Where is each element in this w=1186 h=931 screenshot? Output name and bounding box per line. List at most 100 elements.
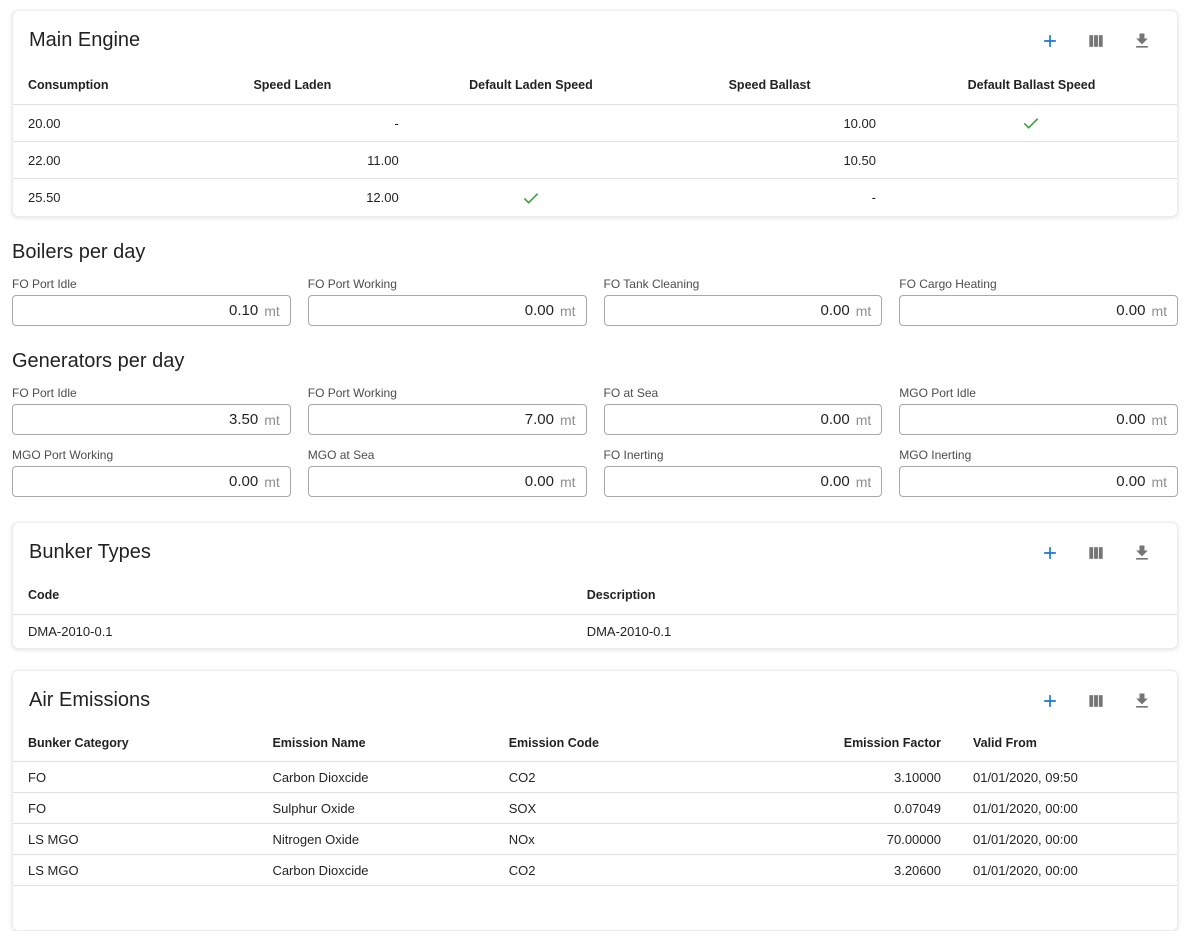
- gen-fo-inerting-input-box: mt: [604, 466, 883, 497]
- column-header-description[interactable]: Description: [572, 588, 1177, 602]
- unit-label: mt: [560, 303, 576, 319]
- column-header-speed-laden[interactable]: Speed Laden: [176, 78, 409, 92]
- plus-icon: [1040, 691, 1060, 711]
- download-icon: [1132, 31, 1152, 51]
- fo-tank-cleaning-input[interactable]: [615, 302, 850, 319]
- field-fo-port-working: FO Port Working mt: [308, 386, 587, 435]
- main-engine-header-row: Consumption Speed Laden Default Laden Sp…: [13, 62, 1177, 105]
- spacer: [12, 497, 1178, 522]
- unit-label: mt: [264, 412, 280, 428]
- field-label: FO at Sea: [604, 386, 883, 400]
- gen-fo-inerting-input[interactable]: [615, 473, 850, 490]
- column-header-emission-code[interactable]: Emission Code: [494, 736, 736, 750]
- cell-default-ballast-speed: [886, 113, 1177, 133]
- field-label: MGO Port Working: [12, 448, 291, 462]
- check-icon: [1021, 113, 1041, 133]
- main-engine-card-header: Main Engine: [13, 11, 1177, 62]
- field-label: MGO Port Idle: [899, 386, 1178, 400]
- cell-valid-from: 01/01/2020, 00:00: [957, 863, 1177, 878]
- gen-mgo-port-idle-input-box: mt: [899, 404, 1178, 435]
- check-icon: [521, 188, 541, 208]
- field-label: MGO at Sea: [308, 448, 587, 462]
- field-label: FO Inerting: [604, 448, 883, 462]
- manage-columns-button[interactable]: [1085, 690, 1107, 712]
- generators-section-title: Generators per day: [12, 350, 1178, 373]
- gen-fo-port-working-input[interactable]: [319, 411, 554, 428]
- cell-valid-from: 01/01/2020, 00:00: [957, 832, 1177, 847]
- column-header-default-laden-speed[interactable]: Default Laden Speed: [409, 78, 653, 92]
- manage-columns-button[interactable]: [1085, 542, 1107, 564]
- unit-label: mt: [856, 474, 872, 490]
- field-mgo-at-sea: MGO at Sea mt: [308, 448, 587, 497]
- column-header-valid-from[interactable]: Valid From: [957, 736, 1177, 750]
- export-button[interactable]: [1131, 30, 1153, 52]
- unit-label: mt: [560, 474, 576, 490]
- table-row[interactable]: LS MGO Nitrogen Oxide NOx 70.00000 01/01…: [13, 824, 1177, 855]
- gen-mgo-port-working-input-box: mt: [12, 466, 291, 497]
- table-row[interactable]: LS MGO Carbon Dioxcide CO2 3.20600 01/01…: [13, 855, 1177, 886]
- gen-mgo-at-sea-input[interactable]: [319, 473, 554, 490]
- gen-mgo-port-working-input[interactable]: [23, 473, 258, 490]
- columns-icon: [1086, 691, 1106, 711]
- column-header-default-ballast-speed[interactable]: Default Ballast Speed: [886, 78, 1177, 92]
- fo-tank-cleaning-input-box: mt: [604, 295, 883, 326]
- main-engine-title: Main Engine: [29, 29, 140, 52]
- export-button[interactable]: [1131, 542, 1153, 564]
- table-row[interactable]: DMA-2010-0.1 DMA-2010-0.1: [13, 615, 1177, 648]
- download-icon: [1132, 691, 1152, 711]
- fo-cargo-heating-input[interactable]: [910, 302, 1145, 319]
- gen-mgo-port-idle-input[interactable]: [910, 411, 1145, 428]
- cell-bunker-category: LS MGO: [13, 863, 257, 878]
- export-button[interactable]: [1131, 690, 1153, 712]
- unit-label: mt: [264, 474, 280, 490]
- add-row-button[interactable]: [1039, 690, 1061, 712]
- unit-label: mt: [1151, 303, 1167, 319]
- air-emissions-header-row: Bunker Category Emission Name Emission C…: [13, 722, 1177, 762]
- generators-field-grid: FO Port Idle mt FO Port Working mt FO at…: [12, 373, 1178, 497]
- add-row-button[interactable]: [1039, 30, 1061, 52]
- unit-label: mt: [560, 412, 576, 428]
- fo-cargo-heating-input-box: mt: [899, 295, 1178, 326]
- cell-description: DMA-2010-0.1: [572, 624, 1177, 639]
- cell-emission-name: Carbon Dioxcide: [257, 863, 493, 878]
- column-header-code[interactable]: Code: [13, 588, 572, 602]
- card-footer-space: [13, 886, 1177, 930]
- cell-emission-factor: 3.20600: [736, 863, 957, 878]
- field-fo-cargo-heating: FO Cargo Heating mt: [899, 277, 1178, 326]
- air-emissions-card: Air Emissions: [12, 670, 1178, 931]
- cell-speed-laden: 11.00: [176, 153, 409, 168]
- column-header-speed-ballast[interactable]: Speed Ballast: [653, 78, 886, 92]
- fo-port-idle-input[interactable]: [23, 302, 258, 319]
- gen-mgo-inerting-input[interactable]: [910, 473, 1145, 490]
- gen-fo-port-idle-input-box: mt: [12, 404, 291, 435]
- table-row[interactable]: 25.50 12.00 -: [13, 179, 1177, 216]
- gen-fo-at-sea-input[interactable]: [615, 411, 850, 428]
- column-header-consumption[interactable]: Consumption: [13, 78, 176, 92]
- bunker-types-header-row: Code Description: [13, 574, 1177, 615]
- field-fo-inerting: FO Inerting mt: [604, 448, 883, 497]
- fo-port-idle-input-box: mt: [12, 295, 291, 326]
- plus-icon: [1040, 543, 1060, 563]
- cell-emission-name: Carbon Dioxcide: [257, 770, 493, 785]
- cell-speed-ballast: 10.00: [653, 116, 886, 131]
- field-fo-at-sea: FO at Sea mt: [604, 386, 883, 435]
- manage-columns-button[interactable]: [1085, 30, 1107, 52]
- field-fo-port-idle: FO Port Idle mt: [12, 277, 291, 326]
- gen-mgo-inerting-input-box: mt: [899, 466, 1178, 497]
- field-label: FO Port Working: [308, 386, 587, 400]
- table-row[interactable]: 20.00 - 10.00: [13, 105, 1177, 142]
- table-row[interactable]: 22.00 11.00 10.50: [13, 142, 1177, 179]
- gen-fo-port-idle-input[interactable]: [23, 411, 258, 428]
- table-row[interactable]: FO Carbon Dioxcide CO2 3.10000 01/01/202…: [13, 762, 1177, 793]
- column-header-emission-name[interactable]: Emission Name: [257, 736, 493, 750]
- column-header-emission-factor[interactable]: Emission Factor: [736, 736, 957, 750]
- fo-port-working-input[interactable]: [319, 302, 554, 319]
- cell-code: DMA-2010-0.1: [13, 624, 572, 639]
- column-header-bunker-category[interactable]: Bunker Category: [13, 736, 257, 750]
- columns-icon: [1086, 543, 1106, 563]
- add-row-button[interactable]: [1039, 542, 1061, 564]
- table-row[interactable]: FO Sulphur Oxide SOX 0.07049 01/01/2020,…: [13, 793, 1177, 824]
- air-emissions-toolbar: [1039, 690, 1153, 712]
- gen-mgo-at-sea-input-box: mt: [308, 466, 587, 497]
- field-fo-tank-cleaning: FO Tank Cleaning mt: [604, 277, 883, 326]
